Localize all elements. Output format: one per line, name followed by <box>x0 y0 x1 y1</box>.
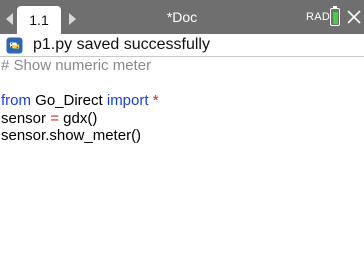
close-icon[interactable] <box>346 8 362 26</box>
calculator-screen: 1.1 *Doc RAD p1.py saved successfully # … <box>0 0 364 273</box>
python-icon <box>6 37 23 54</box>
code-line-assignment: sensor = gdx() <box>1 110 97 128</box>
function-call: gdx() <box>58 109 98 127</box>
keyword-import: import <box>106 92 149 109</box>
code-editor[interactable]: # Show numeric meter from Go_Direct impo… <box>0 57 364 273</box>
battery-icon <box>330 8 340 26</box>
import-star: * <box>148 92 159 109</box>
assign-operator: = <box>50 109 59 127</box>
code-line-import: from Go_Direct import * <box>1 92 159 110</box>
status-message: p1.py saved successfully <box>33 36 210 53</box>
code-line-comment: # Show numeric meter <box>1 57 152 74</box>
battery-level-fill <box>332 12 338 24</box>
status-message-bar: p1.py saved successfully <box>0 34 364 57</box>
keyword-from: from <box>1 92 31 109</box>
module-name: Go_Direct <box>31 92 107 109</box>
variable-name: sensor <box>1 109 51 127</box>
code-line-method-call: sensor.show_meter() <box>1 127 142 144</box>
document-toolbar: 1.1 *Doc RAD <box>0 0 364 34</box>
angle-mode-indicator: RAD <box>306 11 331 23</box>
